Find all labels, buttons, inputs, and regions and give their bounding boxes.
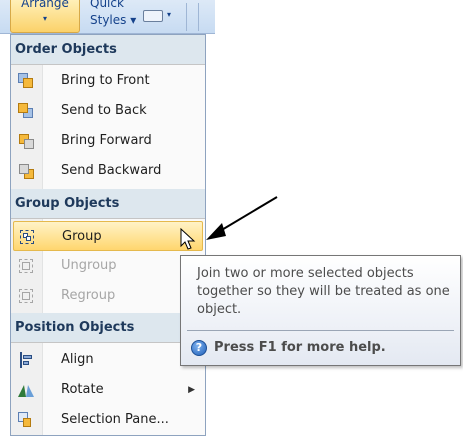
- shape-icon: [143, 10, 163, 22]
- group-tooltip: Join two or more selected objects togeth…: [180, 255, 461, 366]
- submenu-arrow-icon: ▶: [188, 385, 195, 395]
- arrange-caret-icon: ▾: [42, 14, 47, 23]
- menu-item-send-backward[interactable]: Send Backward: [13, 156, 203, 186]
- menu-item-label: Group: [62, 229, 102, 244]
- help-icon: ?: [191, 340, 207, 356]
- menu-item-regroup[interactable]: Regroup: [13, 281, 203, 311]
- arrange-dropdown-menu: Order Objects Bring to Front Send to Bac…: [10, 34, 206, 436]
- tooltip-description: Join two or more selected objects togeth…: [197, 266, 450, 317]
- menu-item-label: Send to Back: [61, 103, 147, 118]
- ribbon-separator: [186, 3, 187, 31]
- ribbon-strip: Arrange ▾ Quick Styles ▾ ▾: [0, 0, 215, 34]
- menu-item-bring-forward[interactable]: Bring Forward: [13, 126, 203, 156]
- menu-item-label: Selection Pane...: [61, 412, 169, 427]
- ungroup-icon: [18, 258, 34, 274]
- rotate-icon: [18, 382, 34, 398]
- align-icon: [18, 352, 34, 368]
- menu-item-label: Regroup: [61, 288, 116, 303]
- menu-item-label: Bring to Front: [61, 73, 150, 88]
- menu-item-rotate[interactable]: Rotate ▶: [13, 375, 203, 405]
- menu-item-label: Send Backward: [61, 163, 162, 178]
- mouse-pointer-icon: [180, 228, 196, 250]
- position-objects-header: Position Objects: [11, 313, 205, 343]
- menu-item-align[interactable]: Align: [13, 345, 203, 375]
- menu-item-label: Align: [61, 352, 94, 367]
- quick-styles-button[interactable]: Quick Styles ▾: [86, 0, 140, 33]
- menu-item-group[interactable]: Group: [13, 221, 203, 251]
- quick-styles-label-line2: Styles ▾: [90, 13, 137, 27]
- shape-outline-button[interactable]: ▾: [143, 8, 179, 26]
- menu-item-ungroup[interactable]: Ungroup: [13, 251, 203, 281]
- bring-forward-icon: [18, 133, 34, 149]
- menu-item-label: Ungroup: [61, 258, 117, 273]
- group-icon: [19, 229, 35, 245]
- tooltip-divider: [187, 330, 454, 331]
- order-objects-header: Order Objects: [11, 35, 205, 65]
- tooltip-help-text: Press F1 for more help.: [214, 340, 386, 355]
- group-objects-header: Group Objects: [11, 189, 205, 219]
- send-to-back-icon: [18, 103, 34, 119]
- shape-caret-icon: ▾: [167, 10, 172, 19]
- bring-to-front-icon: [18, 73, 34, 89]
- arrange-button[interactable]: Arrange ▾: [10, 0, 80, 33]
- selection-pane-icon: [18, 412, 34, 428]
- ribbon-next-group-edge: [198, 3, 212, 31]
- quick-styles-label-line1: Quick: [90, 0, 124, 10]
- send-backward-icon: [18, 163, 34, 179]
- arrange-label: Arrange: [21, 0, 69, 10]
- regroup-icon: [18, 288, 34, 304]
- menu-item-label: Rotate: [61, 382, 104, 397]
- menu-item-label: Bring Forward: [61, 133, 152, 148]
- menu-item-bring-to-front[interactable]: Bring to Front: [13, 66, 203, 96]
- menu-item-selection-pane[interactable]: Selection Pane...: [13, 405, 203, 435]
- menu-item-send-to-back[interactable]: Send to Back: [13, 96, 203, 126]
